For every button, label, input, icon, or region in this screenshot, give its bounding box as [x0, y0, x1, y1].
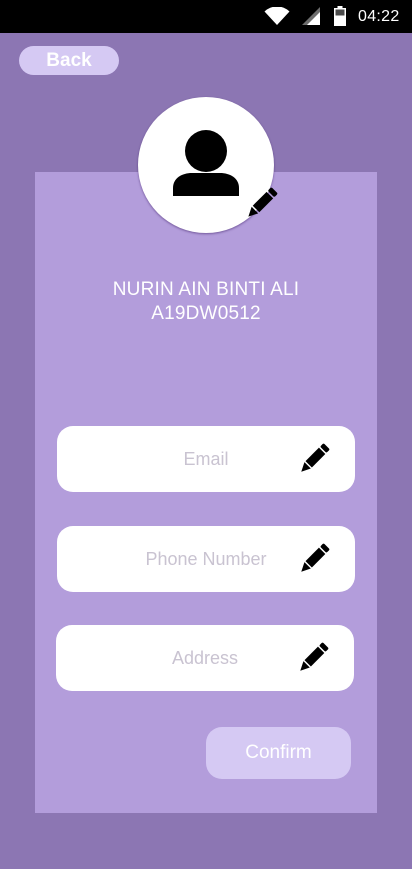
status-bar: 04:22 — [0, 0, 412, 33]
pencil-icon[interactable] — [245, 187, 278, 220]
email-field[interactable]: Email — [57, 426, 355, 492]
pencil-icon[interactable] — [298, 543, 330, 575]
pencil-icon[interactable] — [297, 642, 329, 674]
profile-id: A19DW0512 — [151, 303, 261, 324]
address-field[interactable]: Address — [56, 625, 354, 691]
battery-icon — [334, 6, 346, 26]
pencil-icon[interactable] — [298, 443, 330, 475]
profile-card — [35, 172, 377, 813]
confirm-button[interactable]: Confirm — [206, 727, 351, 779]
person-icon — [173, 130, 239, 196]
wifi-icon — [264, 7, 290, 25]
status-time: 04:22 — [358, 8, 400, 25]
back-button[interactable]: Back — [19, 46, 119, 75]
profile-name: NURIN AIN BINTI ALI — [112, 279, 300, 300]
phone-number-field[interactable]: Phone Number — [57, 526, 355, 592]
cellular-signal-icon — [302, 7, 320, 25]
